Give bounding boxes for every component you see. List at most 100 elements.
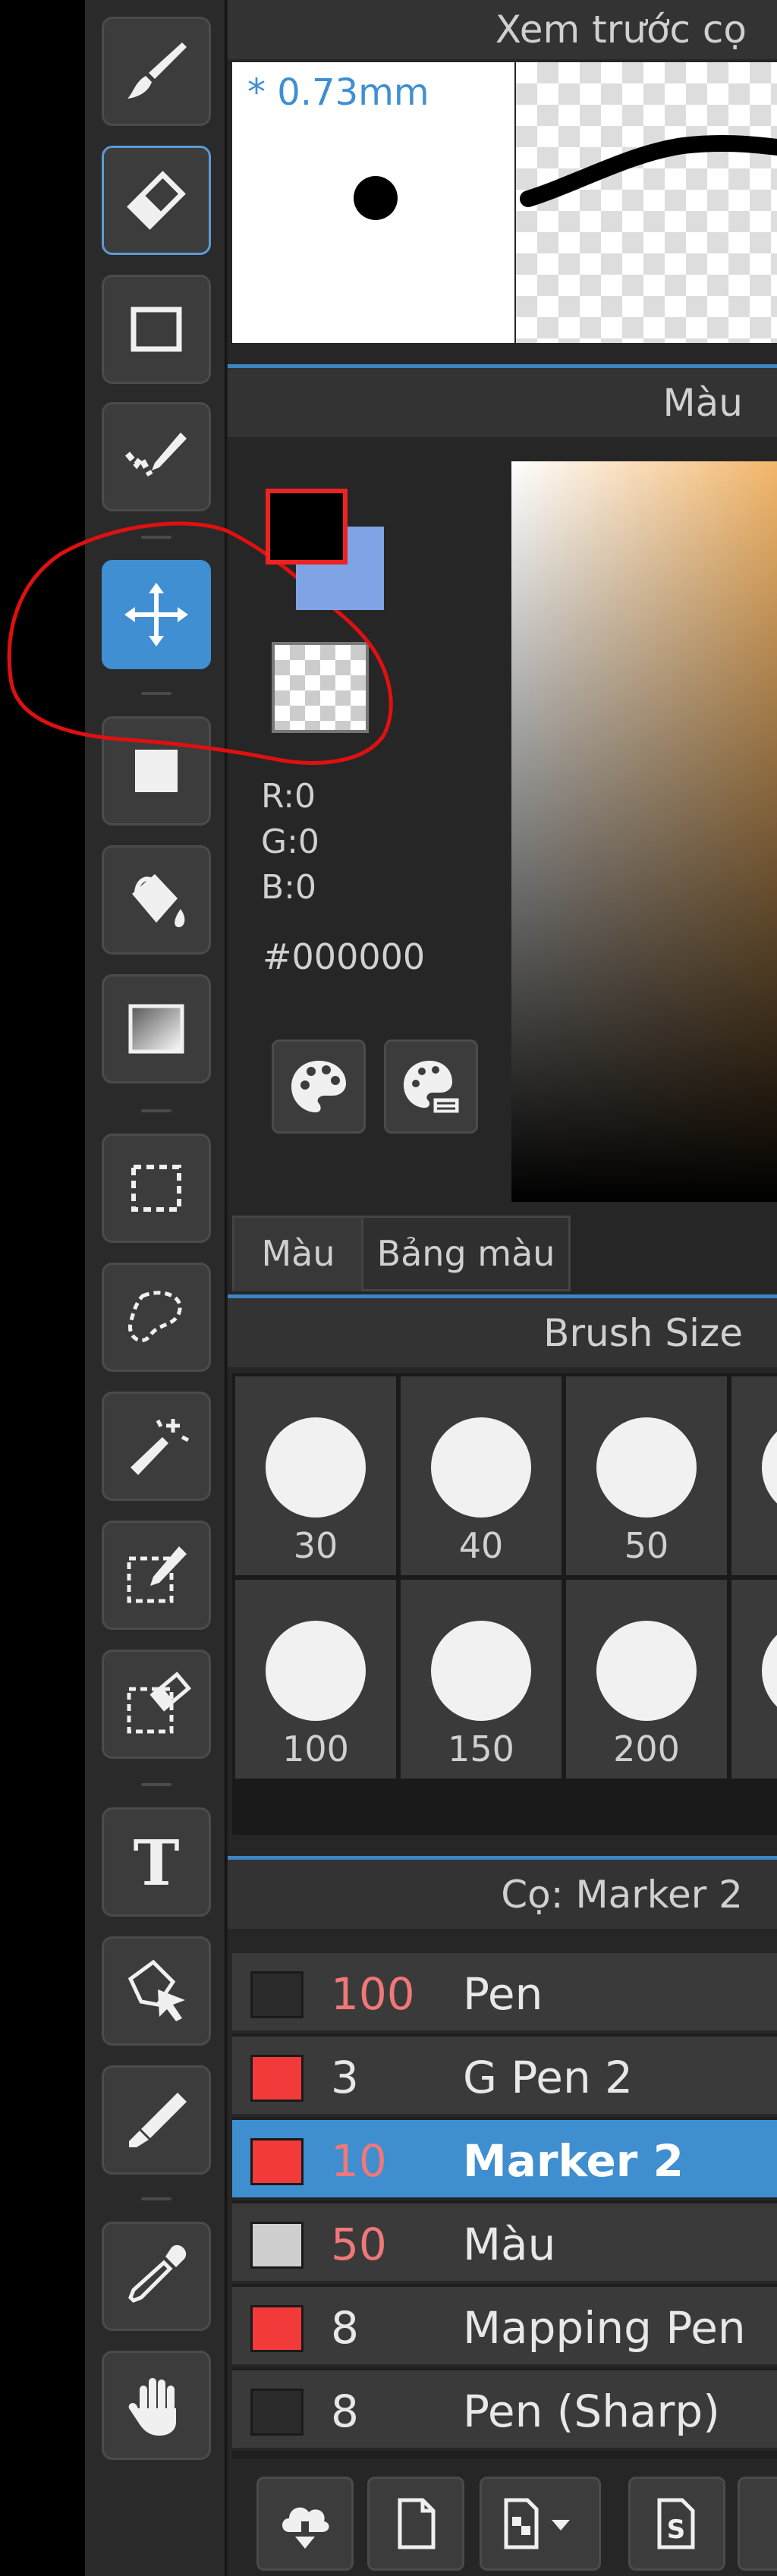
left-margin xyxy=(0,0,85,2576)
hand-tool[interactable] xyxy=(102,2351,211,2460)
color-palette-button[interactable] xyxy=(272,1040,366,1134)
brush-item-size: 10 xyxy=(331,2135,387,2187)
save-brush-button[interactable]: S xyxy=(628,2477,725,2571)
tool-separator xyxy=(141,692,171,695)
brush-size-value: 40 xyxy=(458,1525,504,1566)
cloud-download-icon xyxy=(282,2507,329,2549)
brush-size-circle xyxy=(431,1417,531,1518)
filled-square-icon xyxy=(135,750,178,792)
shape-tool[interactable] xyxy=(102,275,211,384)
brush-tip-dot xyxy=(354,176,398,220)
palette-settings-icon xyxy=(404,1061,461,1115)
brush-color-swatch xyxy=(250,2389,304,2436)
brush-tool[interactable] xyxy=(102,17,211,126)
eraser-tool[interactable] xyxy=(102,146,211,255)
select-pen-icon xyxy=(127,1546,187,1603)
stroke-preview-line xyxy=(520,134,777,207)
tool-palette: T xyxy=(85,0,226,2576)
fill-rect-tool[interactable] xyxy=(102,716,211,826)
svg-text:S: S xyxy=(667,2515,686,2545)
brush-list-item[interactable]: 100 Pen xyxy=(232,1953,777,2033)
brush-item-name: G Pen 2 xyxy=(463,2052,634,2103)
brush-type-dropdown[interactable] xyxy=(480,2477,601,2571)
hand-icon xyxy=(128,2378,176,2436)
lasso-icon xyxy=(128,1291,182,1342)
rgb-b-value: B:0 xyxy=(261,868,317,907)
brush-size-cell[interactable]: 150 xyxy=(401,1580,562,1779)
move-arrows-icon xyxy=(124,583,188,646)
color-tabs: Màu Bảng màu xyxy=(228,1211,777,1291)
tab-color[interactable]: Màu xyxy=(232,1216,364,1291)
brush-size-cell[interactable]: 50 xyxy=(566,1376,727,1575)
pointer-select-icon xyxy=(127,1959,185,2021)
brush-list-item[interactable]: 50 Màu xyxy=(232,2203,777,2284)
brush-size-cell-partial[interactable] xyxy=(731,1580,777,1779)
s-file-icon: S xyxy=(657,2498,695,2549)
brush-size-circle xyxy=(596,1417,697,1518)
divide-tool[interactable] xyxy=(102,2065,211,2175)
brush-item-name: Màu xyxy=(463,2219,556,2270)
brush-item-name: Pen xyxy=(463,1968,543,2020)
text-t-icon: T xyxy=(133,1827,179,1898)
brush-item-size: 50 xyxy=(331,2219,387,2270)
rectangle-icon xyxy=(131,307,182,352)
magic-wand-tool[interactable] xyxy=(102,1392,211,1501)
brush-preview-title: Xem trước cọ xyxy=(495,8,747,52)
brush-list-item[interactable]: 3 G Pen 2 xyxy=(232,2037,777,2117)
app-screen: T Xem trước cọ * 0.73mm Màu R:0 G:0 B:0 … xyxy=(0,0,777,2576)
brush-size-circle xyxy=(266,1621,366,1721)
bucket-tool[interactable] xyxy=(102,845,211,955)
brush-preview: * 0.73mm xyxy=(232,62,777,343)
tool-separator xyxy=(141,1109,171,1112)
brush-list-item-selected[interactable]: 10 Marker 2 xyxy=(232,2120,777,2200)
brush-size-cell[interactable]: 100 xyxy=(235,1580,396,1779)
select-eraser-tool[interactable] xyxy=(102,1650,211,1759)
cloud-download-button[interactable] xyxy=(256,2477,354,2571)
brush-preview-header: Xem trước cọ xyxy=(228,0,777,59)
brush-item-size: 3 xyxy=(331,2052,359,2103)
tool-separator xyxy=(141,2197,171,2200)
operation-tool[interactable] xyxy=(102,1936,211,2046)
tab-color-set[interactable]: Bảng màu xyxy=(361,1216,571,1291)
brush-item-size: 8 xyxy=(331,2302,359,2354)
gradient-tool[interactable] xyxy=(102,974,211,1084)
rect-select-tool[interactable] xyxy=(102,1134,211,1243)
brush-item-name: Pen (Sharp) xyxy=(463,2386,720,2437)
folder-button[interactable] xyxy=(738,2477,777,2571)
brush-item-name: Mapping Pen xyxy=(463,2302,746,2354)
eyedropper-tool[interactable] xyxy=(102,2222,211,2331)
brush-size-cell-partial[interactable] xyxy=(731,1376,777,1575)
transparent-color-swatch[interactable] xyxy=(272,642,369,733)
brush-item-name: Marker 2 xyxy=(463,2135,684,2187)
foreground-color-swatch[interactable] xyxy=(266,489,348,565)
palette-icon xyxy=(291,1061,346,1112)
stroke-preview xyxy=(516,62,777,343)
tool-separator xyxy=(141,536,171,539)
brush-size-value: 100 xyxy=(282,1728,349,1769)
brush-size-circle xyxy=(431,1621,531,1721)
new-file-icon xyxy=(398,2498,436,2549)
new-brush-button[interactable] xyxy=(367,2477,464,2571)
color-settings-button[interactable] xyxy=(384,1040,478,1134)
select-pen-tool[interactable] xyxy=(102,1521,211,1630)
color-gradient-picker[interactable] xyxy=(511,461,777,1202)
color-header: Màu xyxy=(228,364,777,437)
tab-color-set-label: Bảng màu xyxy=(376,1233,555,1274)
move-tool[interactable] xyxy=(102,560,211,669)
brush-size-cell[interactable]: 200 xyxy=(566,1580,727,1779)
dropdown-icon xyxy=(504,2498,570,2549)
side-panel: Xem trước cọ * 0.73mm Màu R:0 G:0 B:0 #0… xyxy=(228,0,777,2576)
correction-tool[interactable] xyxy=(102,402,211,511)
text-tool[interactable]: T xyxy=(102,1807,211,1917)
brush-color-swatch xyxy=(250,2138,304,2185)
brush-size-header: Brush Size xyxy=(228,1294,777,1367)
brush-size-cell[interactable]: 30 xyxy=(235,1376,396,1575)
lasso-tool[interactable] xyxy=(102,1263,211,1372)
tool-separator xyxy=(141,1783,171,1786)
brush-size-cell[interactable]: 40 xyxy=(401,1376,562,1575)
brush-list-item[interactable]: 8 Mapping Pen xyxy=(232,2287,777,2367)
brush-color-swatch xyxy=(250,1971,304,2018)
hex-value: #000000 xyxy=(263,936,426,977)
brush-icon xyxy=(127,42,187,99)
brush-list-item[interactable]: 8 Pen (Sharp) xyxy=(232,2370,777,2451)
